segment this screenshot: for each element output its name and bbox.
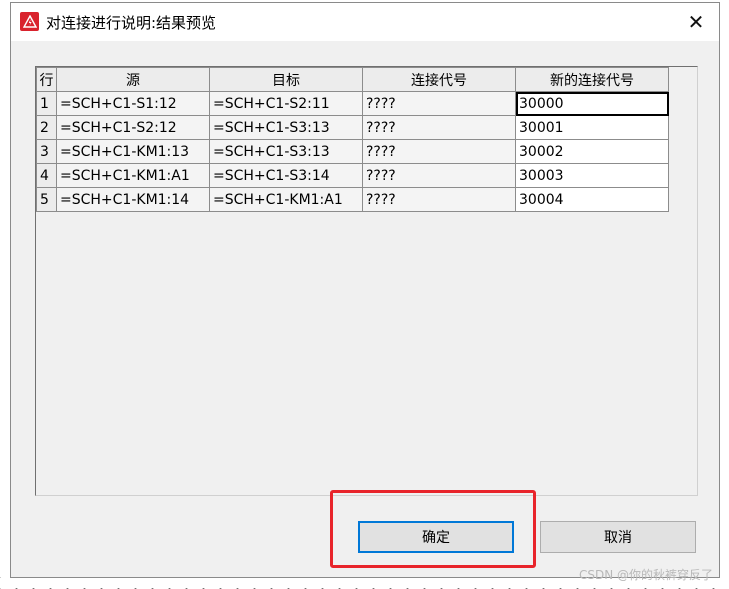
header-target[interactable]: 目标 [209, 67, 363, 92]
new-connection-code-cell[interactable]: 30001 [515, 115, 669, 140]
preview-dialog: 对连接进行说明:结果预览 ✕ 行 源 目标 连接代号 新的连接代号 1 =SCH… [10, 2, 720, 578]
new-connection-code-cell[interactable]: 30004 [515, 187, 669, 212]
row-number[interactable]: 4 [36, 163, 57, 188]
red-annotation-box [330, 490, 536, 568]
connection-code-cell[interactable]: ???? [362, 115, 516, 140]
table-row[interactable]: 4 =SCH+C1-KM1:A1 =SCH+C1-S3:14 ???? 3000… [36, 163, 669, 188]
table-row[interactable]: 2 =SCH+C1-S2:12 =SCH+C1-S3:13 ???? 30001 [36, 115, 669, 140]
connection-code-cell[interactable]: ???? [362, 187, 516, 212]
close-icon[interactable]: ✕ [673, 3, 719, 41]
connection-code-cell[interactable]: ???? [362, 163, 516, 188]
new-connection-code-cell[interactable]: 30003 [515, 163, 669, 188]
row-number[interactable]: 2 [36, 115, 57, 140]
new-connection-code-cell[interactable]: 30002 [515, 139, 669, 164]
header-row-number[interactable]: 行 [36, 67, 57, 92]
target-cell[interactable]: =SCH+C1-KM1:A1 [209, 187, 363, 212]
window-title: 对连接进行说明:结果预览 [46, 14, 217, 32]
table-row[interactable]: 3 =SCH+C1-KM1:13 =SCH+C1-S3:13 ???? 3000… [36, 139, 669, 164]
results-table: 行 源 目标 连接代号 新的连接代号 1 =SCH+C1-S1:12 =SCH+… [36, 67, 669, 212]
source-cell[interactable]: =SCH+C1-S2:12 [56, 115, 210, 140]
target-cell[interactable]: =SCH+C1-S3:14 [209, 163, 363, 188]
row-number[interactable]: 1 [36, 91, 57, 116]
cancel-button[interactable]: 取消 [540, 521, 696, 553]
source-cell[interactable]: =SCH+C1-KM1:14 [56, 187, 210, 212]
title-bar: 对连接进行说明:结果预览 ✕ [11, 3, 719, 41]
new-connection-code-cell[interactable]: 30000 [515, 91, 669, 116]
source-cell[interactable]: =SCH+C1-KM1:A1 [56, 163, 210, 188]
watermark-text: CSDN @你的秋裤穿反了 [578, 568, 713, 582]
header-new-connection-code[interactable]: 新的连接代号 [515, 67, 669, 92]
connection-code-cell[interactable]: ???? [362, 139, 516, 164]
source-cell[interactable]: =SCH+C1-KM1:13 [56, 139, 210, 164]
header-connection-code[interactable]: 连接代号 [362, 67, 516, 92]
source-cell[interactable]: =SCH+C1-S1:12 [56, 91, 210, 116]
table-row[interactable]: 5 =SCH+C1-KM1:14 =SCH+C1-KM1:A1 ???? 300… [36, 187, 669, 212]
target-cell[interactable]: =SCH+C1-S2:11 [209, 91, 363, 116]
table-header-row: 行 源 目标 连接代号 新的连接代号 [36, 67, 669, 92]
table-row[interactable]: 1 =SCH+C1-S1:12 =SCH+C1-S2:11 ???? 30000 [36, 91, 669, 116]
target-cell[interactable]: =SCH+C1-S3:13 [209, 139, 363, 164]
connection-code-cell[interactable]: ???? [362, 91, 516, 116]
app-warning-icon [20, 12, 39, 31]
results-grid-area: 行 源 目标 连接代号 新的连接代号 1 =SCH+C1-S1:12 =SCH+… [35, 66, 698, 496]
row-number[interactable]: 5 [36, 187, 57, 212]
header-source[interactable]: 源 [56, 67, 210, 92]
row-number[interactable]: 3 [36, 139, 57, 164]
target-cell[interactable]: =SCH+C1-S3:13 [209, 115, 363, 140]
